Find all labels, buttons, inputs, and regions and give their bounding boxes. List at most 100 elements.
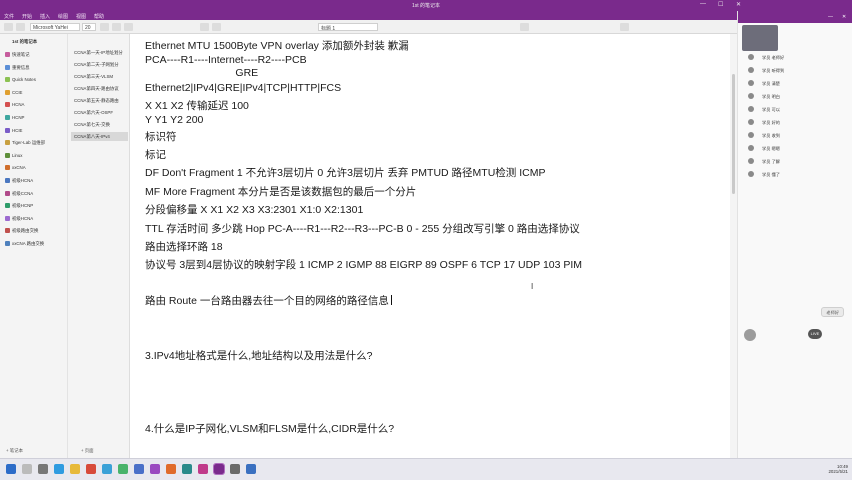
notebook-item[interactable]: Tiger-Lab 运维部 bbox=[3, 138, 66, 147]
notebook-item[interactable]: 初级路由交换 bbox=[3, 226, 66, 235]
note-line[interactable]: 标识符 bbox=[145, 129, 177, 144]
chat-message: 学员 了解 bbox=[748, 158, 780, 165]
tab-view[interactable]: 视图 bbox=[76, 13, 86, 20]
note-line[interactable]: 分段偏移量 X X1 X2 X3 X3:2301 X1:0 X2:1301 bbox=[145, 202, 363, 217]
edge-icon[interactable] bbox=[54, 464, 64, 474]
note-line[interactable]: 标记 bbox=[145, 147, 166, 162]
note-line[interactable]: Ethernet MTU 1500Byte VPN overlay 添加额外封装… bbox=[145, 38, 409, 53]
note-line[interactable]: Ethernet2|IPv4|GRE|IPv4|TCP|HTTP|FCS bbox=[145, 82, 341, 94]
section-list: CCNA第一天-IP地址划分 CCNA第二天-子网划分 CCNA第三天-VLSM CC… bbox=[69, 34, 130, 458]
notebook-item[interactable]: HCIE bbox=[3, 126, 66, 135]
app-icon[interactable] bbox=[246, 464, 256, 474]
onenote-icon[interactable] bbox=[213, 463, 225, 475]
cut-icon[interactable] bbox=[16, 23, 25, 31]
add-page-button[interactable]: + 页面 bbox=[81, 448, 94, 454]
app-icon[interactable] bbox=[166, 464, 176, 474]
app-icon[interactable] bbox=[134, 464, 144, 474]
numbering-icon[interactable] bbox=[212, 23, 221, 31]
app-icon[interactable] bbox=[150, 464, 160, 474]
explorer-icon[interactable] bbox=[70, 464, 80, 474]
scrollbar-thumb[interactable] bbox=[732, 74, 735, 194]
notebook-item[interactable]: 初级HCNP bbox=[3, 201, 66, 210]
notebook-item[interactable]: 初级CCNA bbox=[3, 189, 66, 198]
search-icon[interactable] bbox=[22, 464, 32, 474]
app-icon[interactable] bbox=[182, 464, 192, 474]
section-tab[interactable]: CCNA第五天-静态路由 bbox=[71, 96, 128, 105]
font-family-select[interactable]: Microsoft YaHei bbox=[30, 23, 80, 31]
app-icon[interactable] bbox=[198, 464, 208, 474]
window-title: 1st 的笔记本 bbox=[411, 3, 441, 9]
section-tab[interactable]: CCNA第四天-路由协议 bbox=[71, 84, 128, 93]
notebook-item[interactable]: HCNP bbox=[3, 113, 66, 122]
chat-message: 学员 收到 bbox=[748, 132, 780, 139]
tab-draw[interactable]: 绘图 bbox=[58, 13, 68, 20]
app-icon[interactable] bbox=[118, 464, 128, 474]
notebook-item[interactable]: CCIE bbox=[3, 88, 66, 97]
note-line[interactable]: 协议号 3层到4层协议的映射字段 1 ICMP 2 IGMP 88 EIGRP … bbox=[145, 257, 582, 272]
tag-icon[interactable] bbox=[520, 23, 529, 31]
section-tab[interactable]: CCNA第六天-OSPF bbox=[71, 108, 128, 117]
notebook-item[interactable]: HCNA bbox=[3, 100, 66, 109]
notebook-color-icon bbox=[5, 102, 10, 108]
note-canvas[interactable]: Ethernet MTU 1500Byte VPN overlay 添加额外封装… bbox=[131, 34, 737, 458]
search-icon[interactable] bbox=[620, 23, 629, 31]
note-line[interactable]: TTL 存活时间 多少跳 Hop PC-A----R1---R2---R3---… bbox=[145, 221, 580, 236]
start-icon[interactable] bbox=[6, 464, 16, 474]
avatar bbox=[748, 171, 754, 177]
tab-help[interactable]: 帮助 bbox=[94, 13, 104, 20]
app-icon[interactable] bbox=[230, 464, 240, 474]
section-tab[interactable]: CCNA第三天-VLSM bbox=[71, 72, 128, 81]
font-size-select[interactable]: 20 bbox=[82, 23, 96, 31]
chat-close-icon[interactable]: ✕ bbox=[842, 14, 846, 20]
note-line[interactable]: GRE bbox=[145, 67, 258, 79]
chat-text: 老师好 bbox=[771, 55, 785, 60]
chrome-icon[interactable] bbox=[86, 464, 96, 474]
note-line[interactable]: PCA----R1----Internet----R2----PCB bbox=[145, 54, 307, 66]
notebook-item[interactable]: 重要信息 bbox=[3, 63, 66, 72]
italic-icon[interactable] bbox=[112, 23, 121, 31]
section-tab[interactable]: CCNA第八天-IPv4 bbox=[71, 132, 128, 141]
tab-home[interactable]: 开始 bbox=[22, 13, 32, 20]
paste-icon[interactable] bbox=[4, 23, 13, 31]
add-notebook-button[interactable]: + 笔记本 bbox=[6, 448, 23, 454]
note-line[interactable]: 3.IPv4地址格式是什么,地址结构以及用法是什么? bbox=[145, 348, 373, 363]
bold-icon[interactable] bbox=[100, 23, 109, 31]
vertical-scrollbar[interactable] bbox=[730, 34, 737, 458]
notebook-item[interactable]: xxCNA 路由交换 bbox=[3, 239, 66, 248]
tab-file[interactable]: 文件 bbox=[4, 13, 14, 20]
task-view-icon[interactable] bbox=[38, 464, 48, 474]
note-line[interactable]: X X1 X2 传输延迟 100 bbox=[145, 98, 249, 113]
notebook-color-icon bbox=[5, 127, 10, 133]
notebook-item[interactable]: Linux bbox=[3, 151, 66, 160]
bullets-icon[interactable] bbox=[200, 23, 209, 31]
tab-insert[interactable]: 插入 bbox=[40, 13, 50, 20]
note-line-text[interactable]: 路由 Route 一台路由器去往一个目的网络的路径信息 bbox=[145, 295, 389, 307]
note-line[interactable]: DF Don't Fragment 1 不允许3层切片 0 允许3层切片 丢弃 … bbox=[145, 165, 545, 180]
note-line-active[interactable]: 路由 Route 一台路由器去往一个目的网络的路径信息 bbox=[145, 293, 392, 308]
notebook-color-icon bbox=[5, 165, 10, 171]
notebook-item[interactable]: 初级HCNA bbox=[3, 214, 66, 223]
notebook-color-icon bbox=[5, 241, 10, 246]
note-line[interactable]: MF More Fragment 本分片是否是该数据包的最后一个分片 bbox=[145, 184, 416, 199]
notebook-item[interactable]: Quick Notes bbox=[3, 75, 66, 84]
note-line[interactable]: 路由选择环路 18 bbox=[145, 239, 223, 254]
underline-icon[interactable] bbox=[124, 23, 133, 31]
notebook-color-icon bbox=[5, 215, 10, 221]
section-tab[interactable]: CCNA第一天-IP地址划分 bbox=[71, 48, 128, 57]
app-icon[interactable] bbox=[102, 464, 112, 474]
section-tab[interactable]: CCNA第七天-交换 bbox=[71, 120, 128, 129]
style-select[interactable]: 标题 1 bbox=[318, 23, 378, 31]
close-button[interactable]: ✕ bbox=[736, 1, 741, 8]
notebook-item[interactable]: 快速笔记 bbox=[3, 50, 66, 59]
maximize-button[interactable]: ☐ bbox=[718, 1, 723, 8]
section-tab[interactable]: CCNA第二天-子网划分 bbox=[71, 60, 128, 69]
note-line[interactable]: Y Y1 Y2 200 bbox=[145, 114, 203, 126]
note-line[interactable]: 4.什么是IP子网化,VLSM和FLSM是什么,CIDR是什么? bbox=[145, 421, 394, 436]
minimize-button[interactable]: — bbox=[700, 1, 706, 7]
chat-minimize-icon[interactable]: — bbox=[828, 14, 833, 20]
notebook-header[interactable]: 1st 的笔记本 bbox=[3, 37, 66, 46]
notebook-item[interactable]: 初级HCNA bbox=[3, 176, 66, 185]
clock-date: 2021/5/21 bbox=[828, 469, 848, 474]
system-clock[interactable]: 10:49 2021/5/21 bbox=[792, 464, 848, 474]
notebook-item[interactable]: xxCNA bbox=[3, 163, 66, 172]
